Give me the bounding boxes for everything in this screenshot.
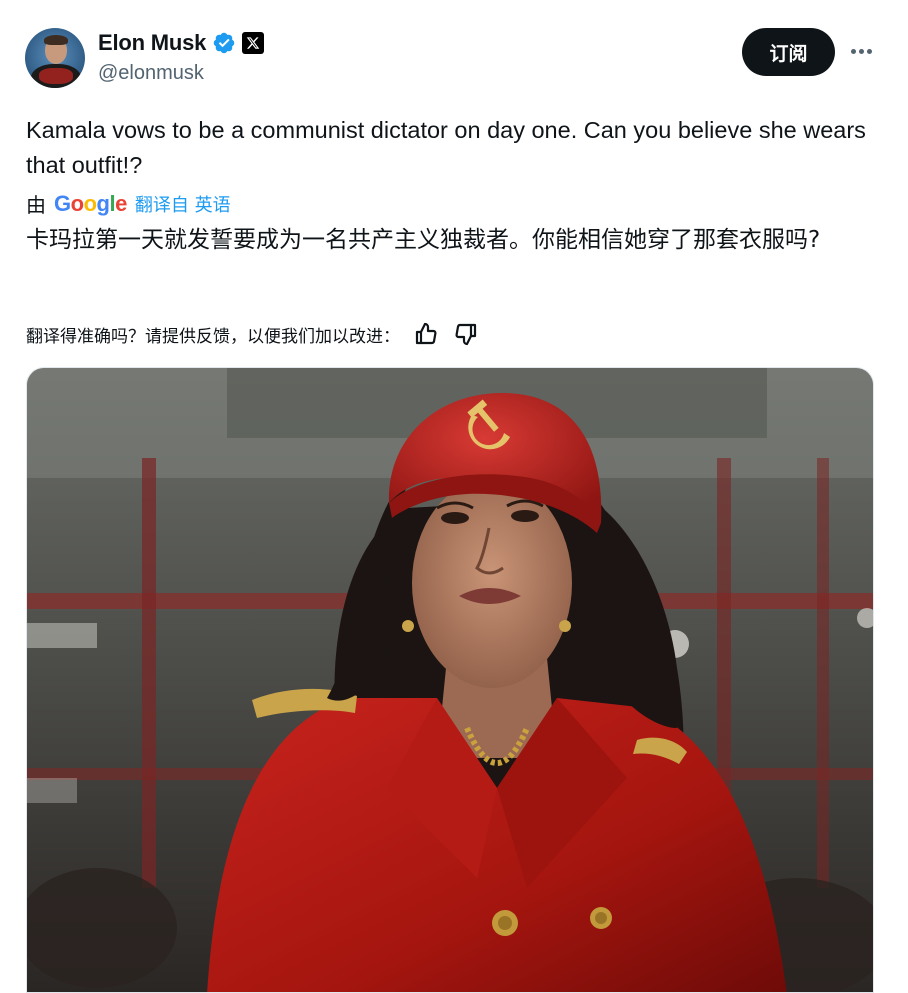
translated-from-link[interactable]: 翻译自 英语	[135, 191, 231, 217]
x-logo-icon	[242, 32, 265, 54]
verified-badge-icon[interactable]	[212, 31, 236, 55]
thumbs-up-icon[interactable]	[412, 320, 440, 348]
subscribe-button[interactable]: 订阅	[742, 28, 835, 76]
author-display-name[interactable]: Elon Musk	[98, 30, 206, 56]
translation-by-label: 由	[26, 193, 46, 217]
tweet-card: Elon Musk @elonmusk 订阅 Kamala vows to be…	[0, 0, 908, 993]
thumbs-down-icon[interactable]	[452, 320, 480, 348]
translation-feedback: 翻译得准确吗？请提供反馈，以便我们加以改进：	[26, 320, 480, 348]
author-handle[interactable]: @elonmusk	[98, 62, 204, 85]
translation-attribution: 由 Google 翻译自 英语	[26, 189, 231, 218]
author-name-row: Elon Musk	[98, 30, 265, 56]
avatar[interactable]	[25, 28, 85, 88]
more-horizontal-icon[interactable]	[846, 38, 876, 64]
feedback-prompt: 翻译得准确吗？请提供反馈，以便我们加以改进：	[26, 326, 400, 347]
tweet-text: Kamala vows to be a communist dictator o…	[26, 117, 866, 178]
translated-text: 卡玛拉第一天就发誓要成为一名共产主义独裁者。你能相信她穿了那套衣服吗?	[26, 227, 821, 253]
tweet-image[interactable]	[26, 367, 874, 993]
google-logo: Google	[54, 190, 127, 216]
